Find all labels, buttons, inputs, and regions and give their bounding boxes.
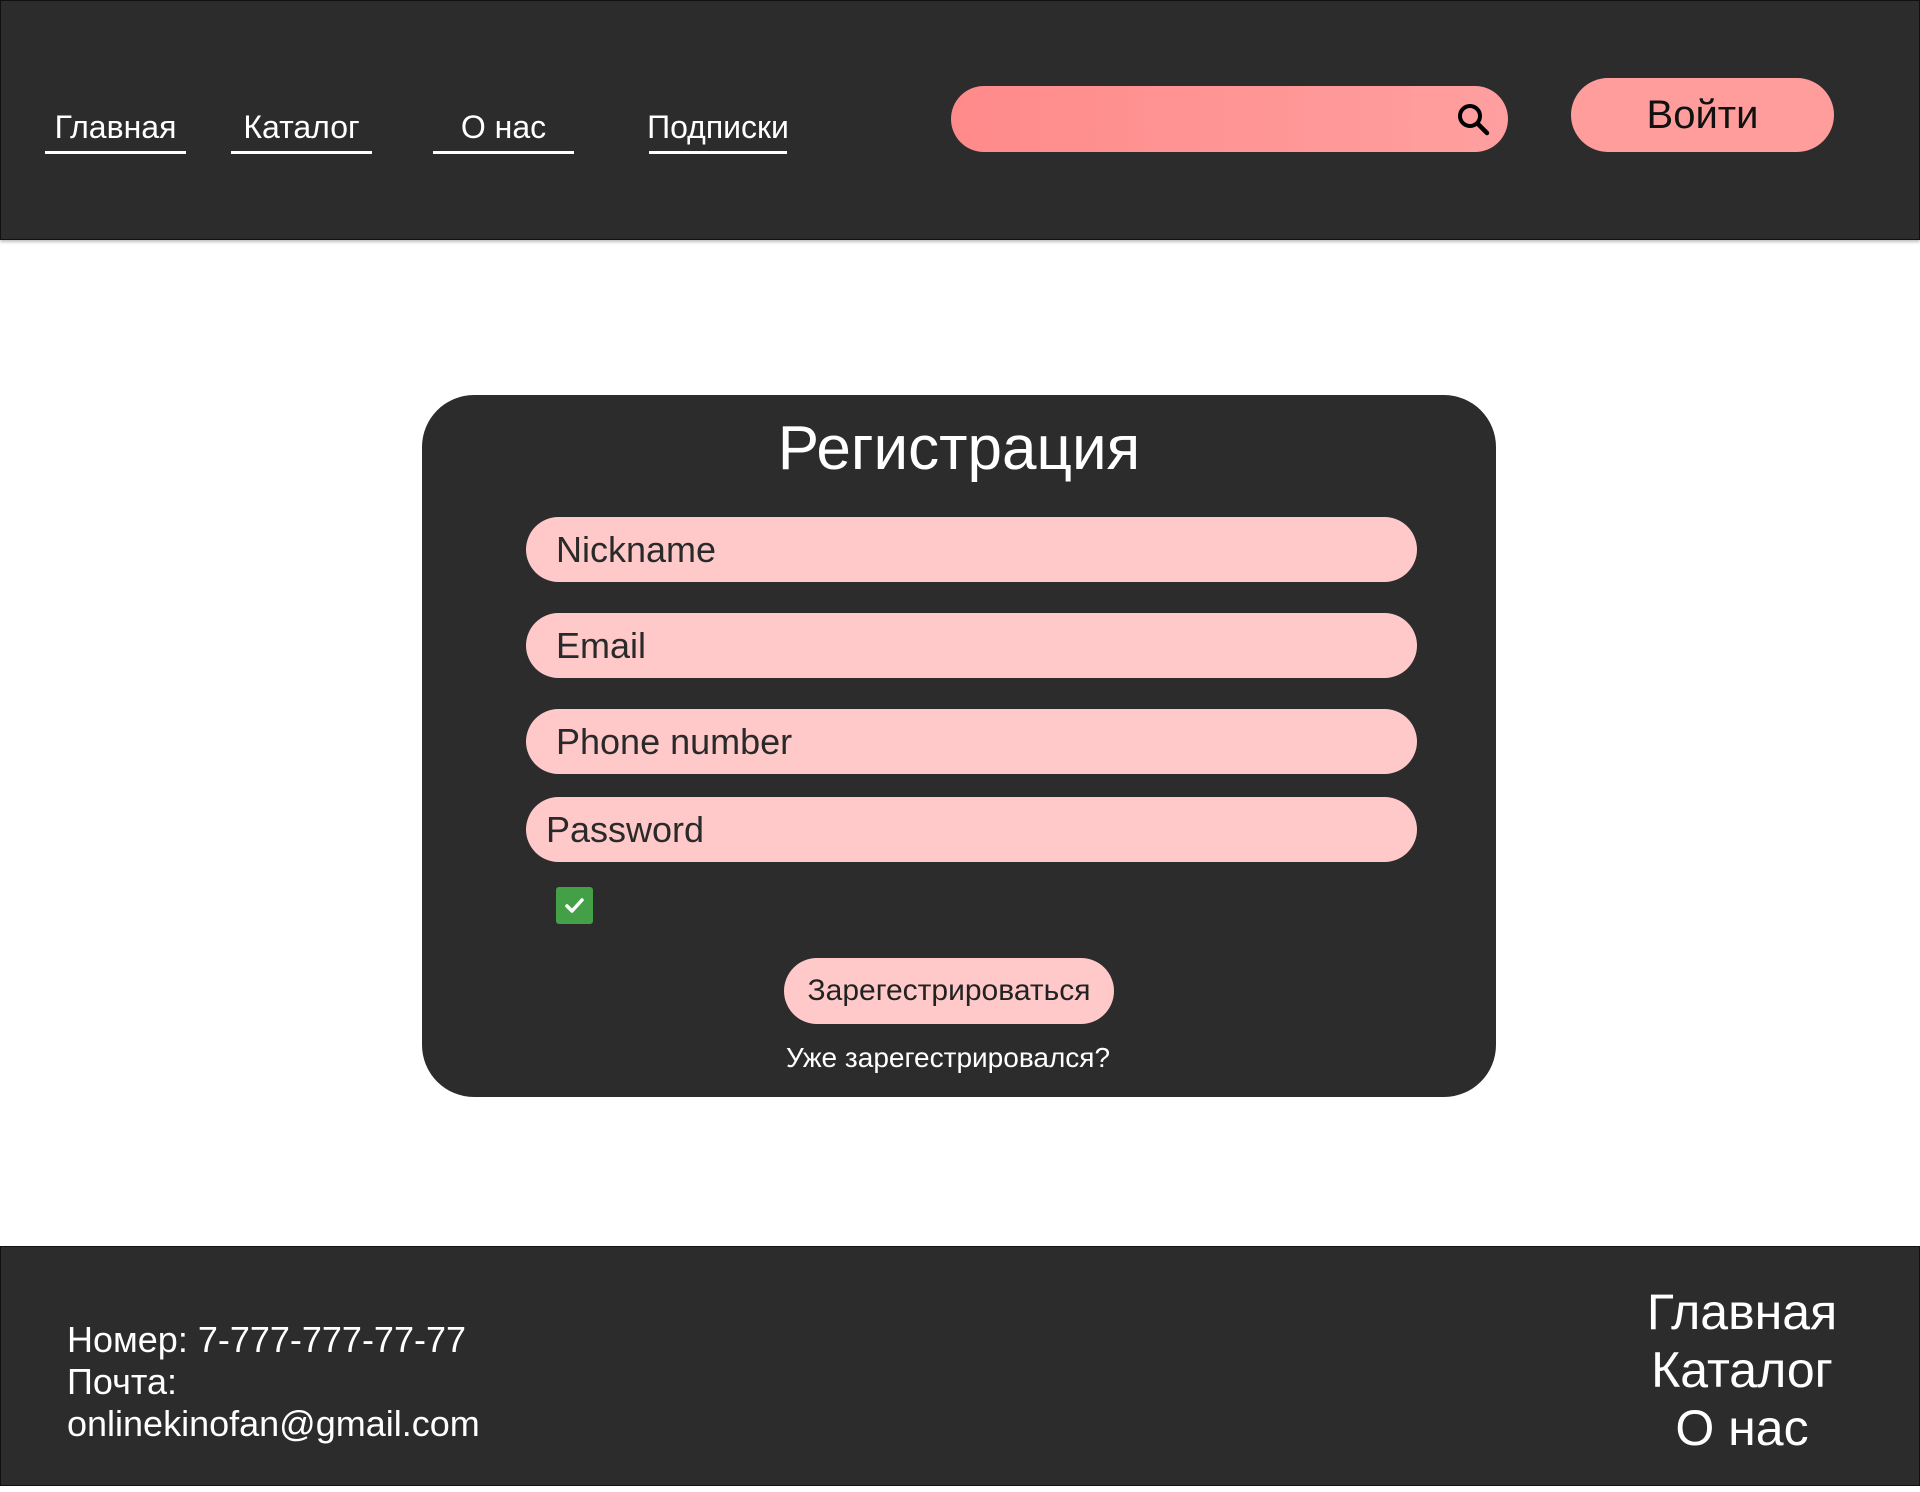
- nav-link-label: Каталог: [243, 109, 360, 145]
- nav-underline: [231, 151, 372, 154]
- phone-field[interactable]: [526, 709, 1417, 774]
- search-icon[interactable]: [1456, 102, 1490, 136]
- footer-contacts: Номер: 7-777-777-77-77 Почта: onlinekino…: [67, 1319, 480, 1445]
- search-input[interactable]: [975, 86, 1415, 152]
- footer: Номер: 7-777-777-77-77 Почта: onlinekino…: [0, 1246, 1920, 1486]
- nav-underline: [45, 151, 186, 154]
- password-field[interactable]: [526, 797, 1417, 862]
- nav-link-catalog[interactable]: Каталог: [231, 109, 372, 154]
- check-icon: [565, 898, 584, 913]
- footer-nav: Главная Каталог О нас: [1611, 1283, 1873, 1457]
- nav-underline: [649, 151, 787, 154]
- registration-card: Регистрация Зарегестрироваться Уже зарег…: [422, 395, 1496, 1097]
- header: Главная Каталог О нас Подписки Войти: [0, 0, 1920, 240]
- footer-email[interactable]: onlinekinofan@gmail.com: [67, 1403, 480, 1445]
- footer-link-home[interactable]: Главная: [1611, 1283, 1873, 1341]
- agree-checkbox[interactable]: [556, 887, 593, 924]
- already-registered-link[interactable]: Уже зарегестрировался?: [422, 1042, 1474, 1074]
- nav-link-label: Подписки: [647, 109, 789, 145]
- search-bar: [951, 86, 1508, 152]
- nav-link-label: О нас: [460, 109, 547, 145]
- nav-link-about[interactable]: О нас: [433, 109, 574, 154]
- login-button[interactable]: Войти: [1571, 78, 1834, 152]
- email-field[interactable]: [526, 613, 1417, 678]
- nav-underline: [433, 151, 574, 154]
- page-title: Регистрация: [777, 414, 1141, 483]
- nav-link-subscriptions[interactable]: Подписки: [643, 109, 793, 154]
- footer-phone: Номер: 7-777-777-77-77: [67, 1319, 467, 1360]
- footer-email-label: Почта:: [67, 1361, 177, 1402]
- nav-link-label: Главная: [54, 109, 177, 145]
- footer-link-catalog[interactable]: Каталог: [1611, 1341, 1873, 1399]
- footer-link-about[interactable]: О нас: [1611, 1399, 1873, 1457]
- register-button[interactable]: Зарегестрироваться: [784, 958, 1114, 1024]
- nickname-field[interactable]: [526, 517, 1417, 582]
- nav-link-home[interactable]: Главная: [45, 109, 186, 154]
